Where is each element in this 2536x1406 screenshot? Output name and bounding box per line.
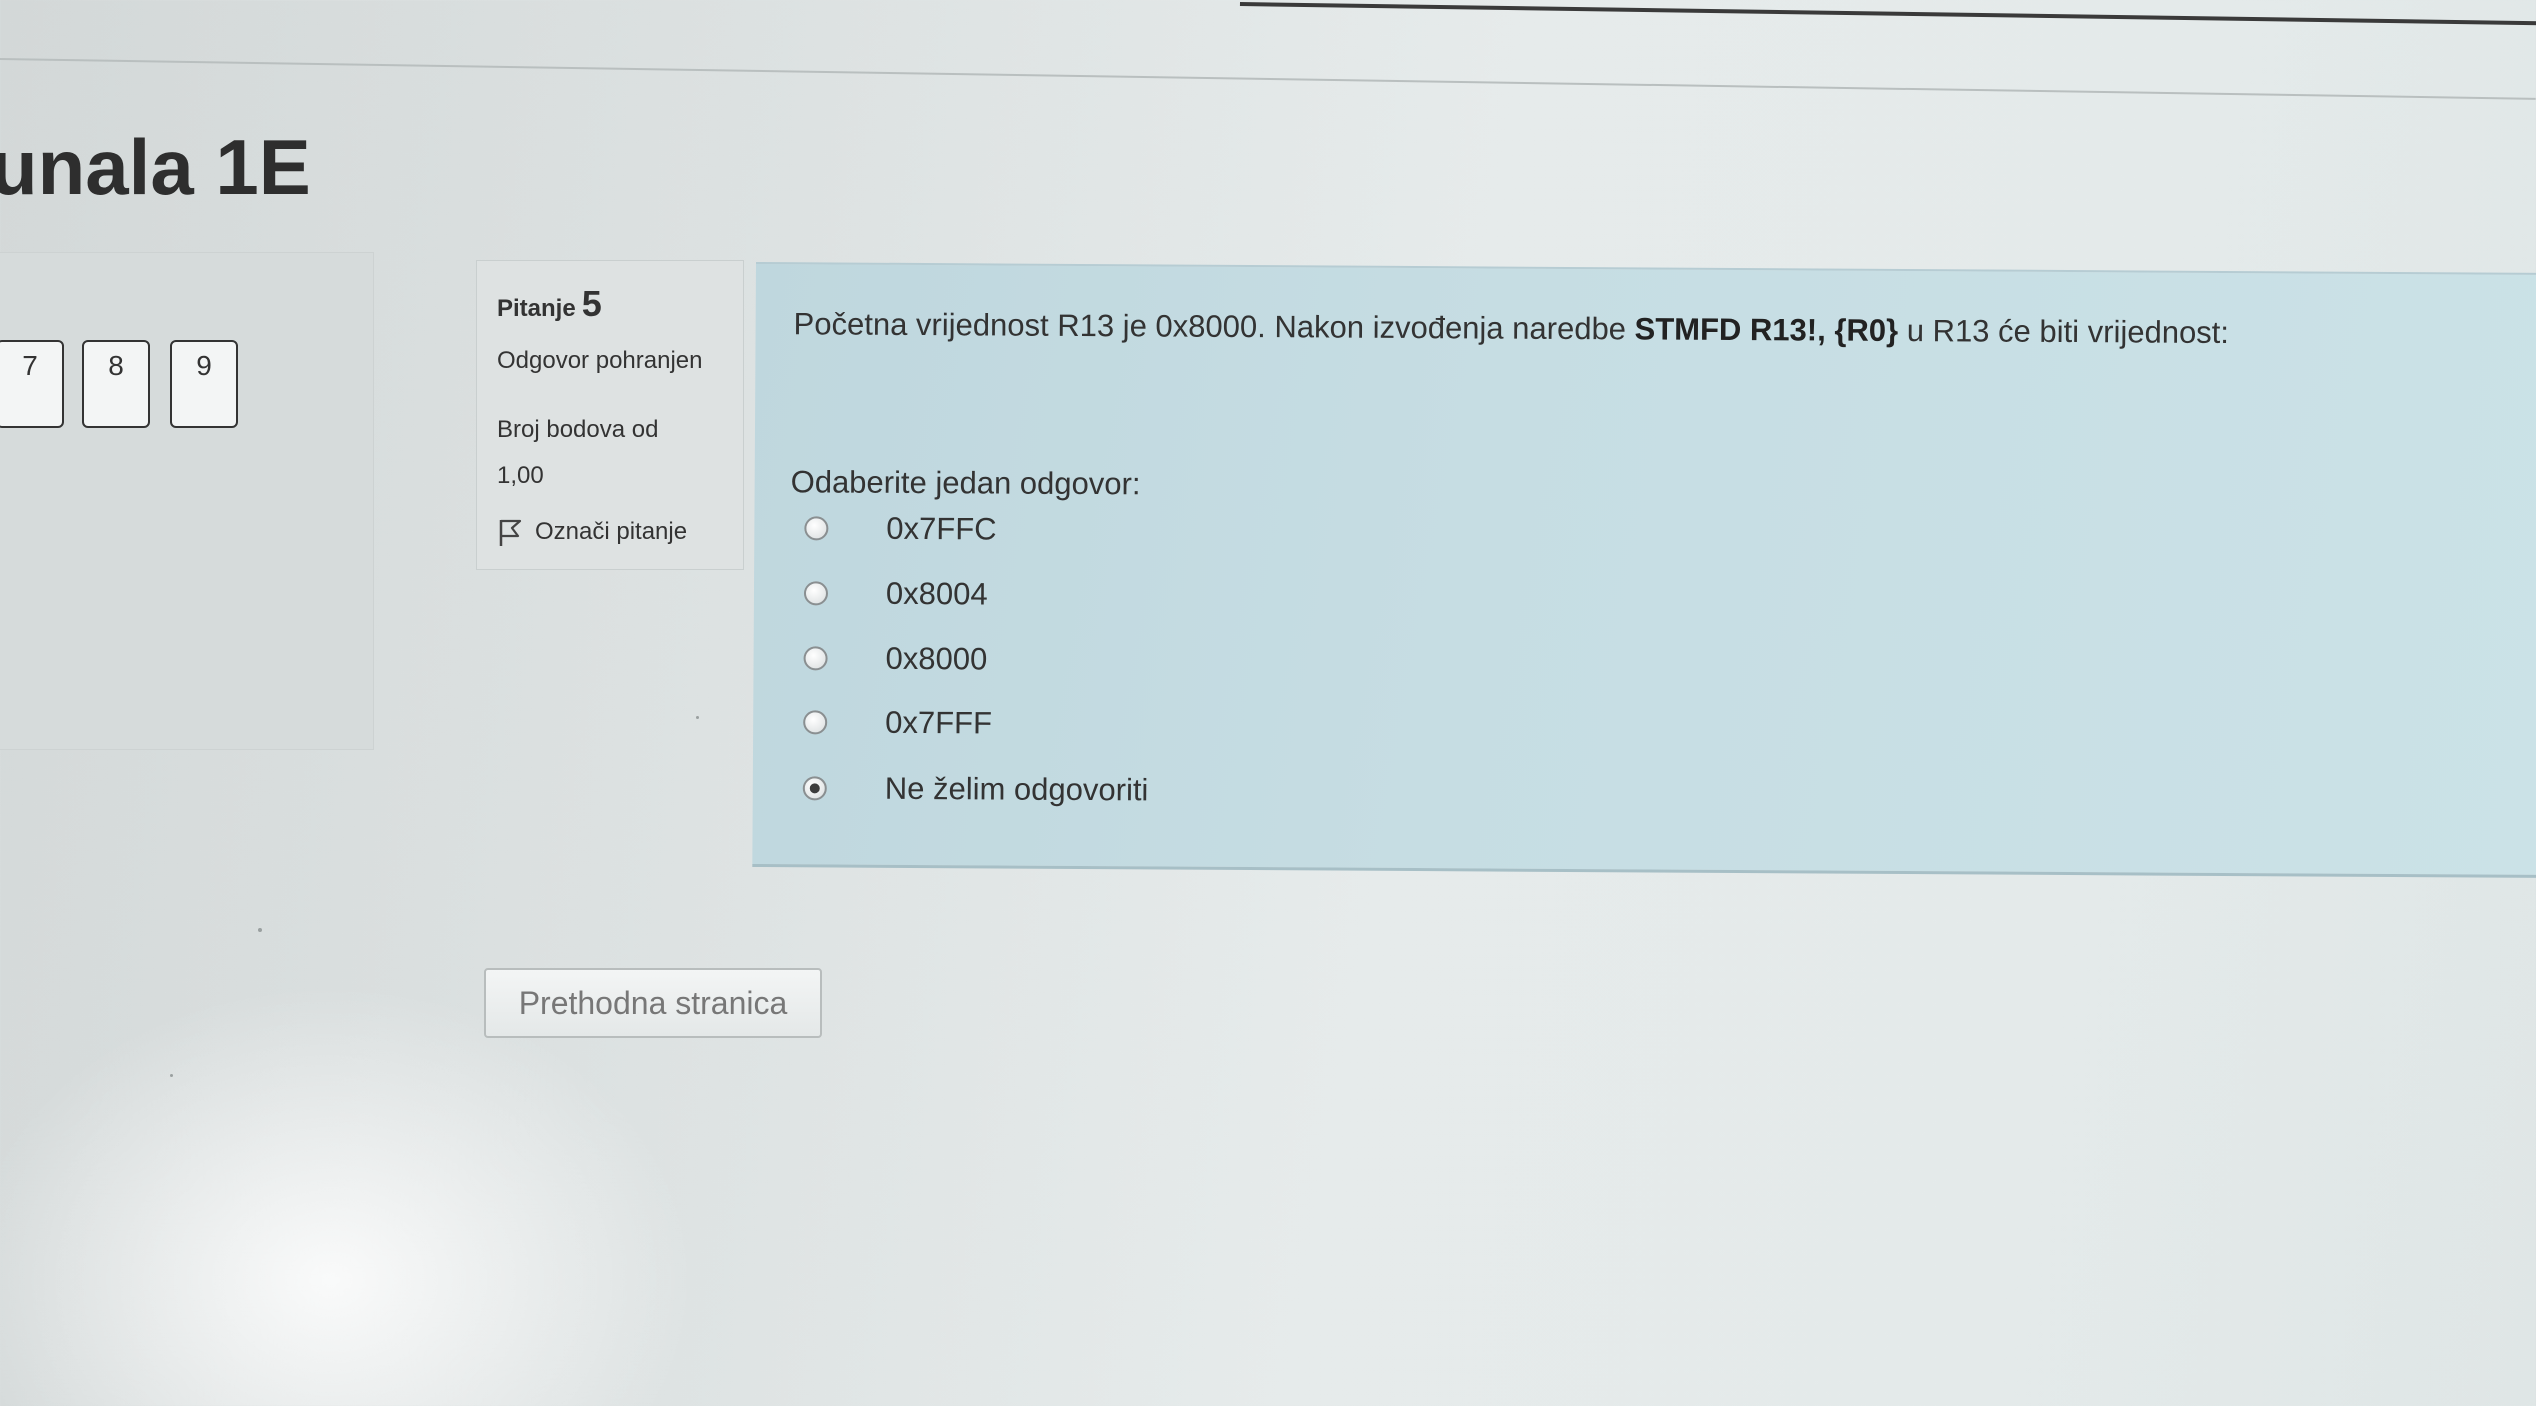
screen-speck (258, 928, 262, 932)
quiz-navigation-panel (0, 252, 374, 750)
previous-page-button[interactable]: Prethodna stranica (484, 968, 822, 1038)
question-content-panel: Početna vrijednost R13 je 0x8000. Nakon … (752, 262, 2536, 878)
header-edge (1239, 2, 2536, 26)
answer-prompt: Odaberite jedan odgovor: (790, 464, 1141, 502)
answer-label[interactable]: 0x7FFF (885, 705, 992, 742)
question-number: Pitanje 5 (497, 283, 723, 325)
answer-option[interactable]: 0x8004 (803, 575, 988, 613)
question-info-panel: Pitanje 5 Odgovor pohranjen Broj bodova o… (476, 260, 744, 570)
answer-option[interactable]: Ne želim odgovoriti (802, 770, 1149, 809)
flag-icon (499, 519, 522, 546)
header-divider (0, 58, 2536, 100)
page-title: unala 1E (0, 123, 311, 211)
answer-label[interactable]: 0x7FFC (886, 511, 996, 548)
answer-option[interactable]: 0x7FFF (803, 704, 992, 741)
question-state: Odgovor pohranjen (497, 347, 703, 374)
nav-question-9-button[interactable]: 9 (170, 340, 238, 428)
radio-button[interactable] (804, 516, 829, 541)
screen-speck (170, 1074, 173, 1077)
question-grade: Broj bodova od 1,00 (497, 407, 723, 499)
grade-label: Broj bodova od (497, 416, 659, 443)
flag-question-link[interactable]: Označi pitanje (497, 517, 723, 547)
flag-label: Označi pitanje (535, 518, 688, 545)
nav-question-7-button[interactable]: 7 (0, 340, 64, 428)
question-text-before: Početna vrijednost R13 je 0x8000. Nakon … (793, 306, 1635, 347)
screen-speck (696, 716, 699, 719)
nav-question-8-button[interactable]: 8 (82, 340, 150, 428)
radio-button[interactable] (803, 710, 828, 735)
question-text: Početna vrijednost R13 je 0x8000. Nakon … (794, 306, 2230, 351)
radio-button[interactable] (803, 581, 829, 606)
answer-option[interactable]: 0x8000 (803, 640, 987, 677)
question-number-value: 5 (581, 283, 602, 324)
radio-button[interactable] (803, 646, 828, 671)
grade-value: 1,00 (497, 462, 544, 489)
answer-label[interactable]: 0x8000 (885, 641, 987, 678)
answer-option[interactable]: 0x7FFC (804, 510, 997, 548)
question-text-instruction: STMFD R13!, {R0} (1634, 311, 1899, 348)
answer-label[interactable]: 0x8004 (886, 576, 988, 613)
question-text-after: u R13 će biti vrijednost: (1898, 312, 2230, 350)
radio-button-selected[interactable] (802, 776, 827, 801)
answer-label[interactable]: Ne želim odgovoriti (885, 771, 1149, 809)
question-label: Pitanje (497, 295, 576, 322)
